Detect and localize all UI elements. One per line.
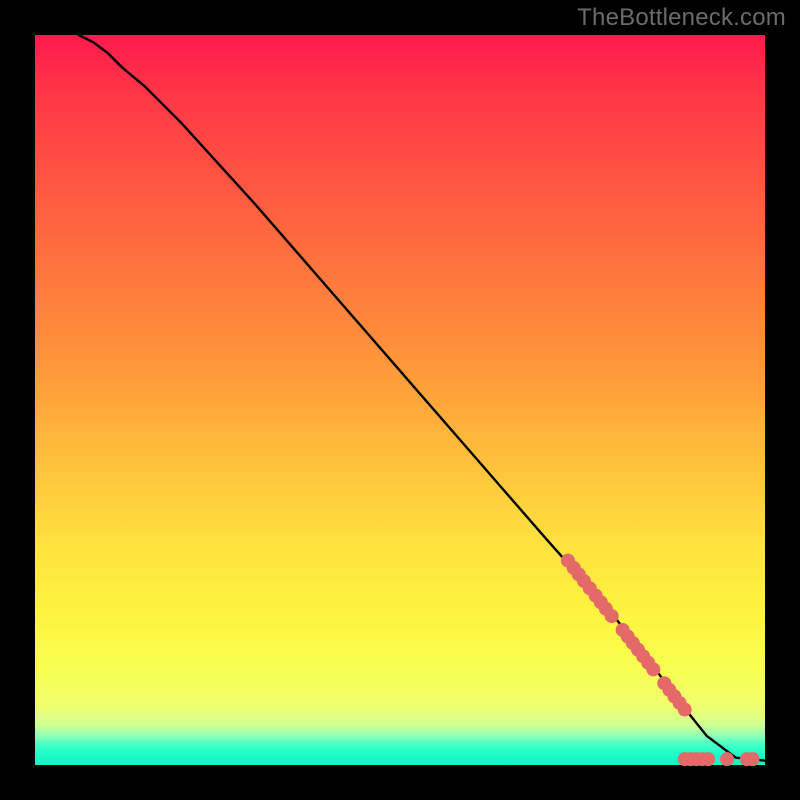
plot-area	[35, 35, 765, 765]
data-point	[720, 752, 734, 766]
curve-svg	[35, 35, 765, 765]
data-point	[678, 703, 692, 717]
main-curve	[79, 35, 765, 761]
data-point	[746, 752, 760, 766]
watermark-text: TheBottleneck.com	[577, 4, 786, 32]
chart-frame: TheBottleneck.com	[0, 0, 800, 800]
data-point	[701, 752, 715, 766]
data-point	[605, 609, 619, 623]
markers-group	[561, 554, 760, 767]
data-point	[646, 662, 660, 676]
